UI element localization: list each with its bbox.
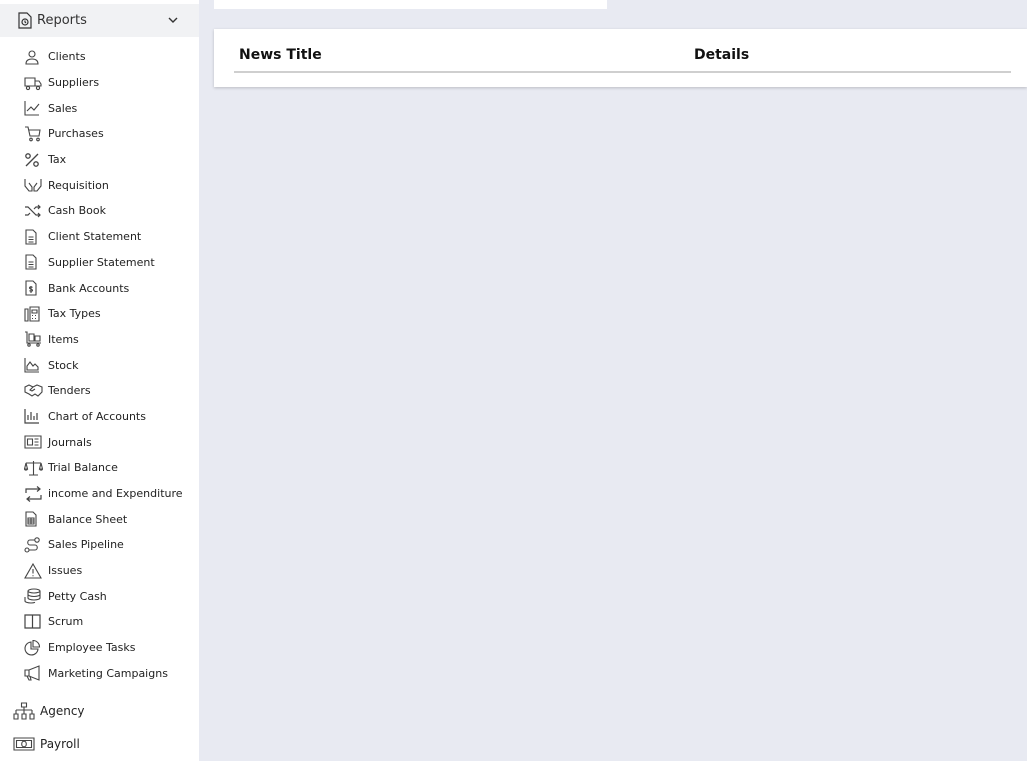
sidebar-item-petty-cash[interactable]: Petty Cash xyxy=(0,583,199,609)
sidebar-item-label: Petty Cash xyxy=(48,589,107,603)
sidebar-item-label: Sales xyxy=(48,101,78,115)
newspaper-icon xyxy=(24,433,43,451)
sidebar-item-label: Sales Pipeline xyxy=(48,538,124,552)
sidebar-item-supplier-statement[interactable]: Supplier Statement xyxy=(0,250,199,276)
sidebar-item-cash-book[interactable]: Cash Book xyxy=(0,198,199,224)
sidebar-item-clients[interactable]: Clients xyxy=(0,44,199,70)
sidebar-item-label: Requisition xyxy=(48,178,109,192)
percent-icon xyxy=(24,151,43,169)
sidebar-item-label: Tax xyxy=(48,153,67,167)
cart-icon xyxy=(24,125,43,143)
sidebar-item-income-and-expenditure[interactable]: income and Expenditure xyxy=(0,481,199,507)
reports-menu-toggle[interactable]: Reports xyxy=(0,4,199,37)
coins-icon xyxy=(24,587,43,605)
calculator-icon xyxy=(24,305,43,323)
sidebar-item-label: Tax Types xyxy=(48,307,101,321)
column-header-news-title[interactable]: News Title xyxy=(239,47,322,63)
sidebar-item-label: Supplier Statement xyxy=(48,255,155,269)
sidebar-item-label: Bank Accounts xyxy=(48,281,130,295)
sidebar-item-label: Client Statement xyxy=(48,230,142,244)
repeat-icon xyxy=(24,485,43,503)
megaphone-icon xyxy=(24,664,43,682)
sidebar-item-label: Payroll xyxy=(40,737,80,751)
route-icon xyxy=(24,536,43,554)
sidebar-item-sales-pipeline[interactable]: Sales Pipeline xyxy=(0,532,199,558)
sidebar-item-sales[interactable]: Sales xyxy=(0,95,199,121)
sidebar-item-payroll[interactable]: Payroll xyxy=(13,732,80,756)
sidebar-item-purchases[interactable]: Purchases xyxy=(0,121,199,147)
sidebar-item-tax[interactable]: Tax xyxy=(0,147,199,173)
news-table-header: News Title Details xyxy=(234,43,1011,73)
truck-icon xyxy=(24,74,43,92)
sidebar-item-journals[interactable]: Journals xyxy=(0,429,199,455)
sitemap-icon xyxy=(13,702,35,720)
sidebar-item-label: Purchases xyxy=(48,127,104,141)
reports-submenu: Clients Suppliers Sales Purchases Tax Re… xyxy=(0,44,199,686)
sidebar-item-label: Marketing Campaigns xyxy=(48,666,168,680)
sidebar-item-issues[interactable]: Issues xyxy=(0,558,199,584)
sidebar-item-requisition[interactable]: Requisition xyxy=(0,172,199,198)
sidebar-item-items[interactable]: Items xyxy=(0,327,199,353)
sidebar-item-label: Stock xyxy=(48,358,79,372)
sidebar-item-suppliers[interactable]: Suppliers xyxy=(0,70,199,96)
sidebar-item-label: income and Expenditure xyxy=(48,487,183,501)
column-header-details[interactable]: Details xyxy=(694,47,749,63)
sidebar-item-label: Agency xyxy=(40,704,85,718)
warning-icon xyxy=(24,562,43,580)
sidebar-item-scrum[interactable]: Scrum xyxy=(0,609,199,635)
pie-chart-icon xyxy=(24,639,43,657)
sidebar-item-label: Tenders xyxy=(48,384,91,398)
document-icon xyxy=(24,253,43,271)
line-chart-icon xyxy=(24,99,43,117)
sidebar-item-bank-accounts[interactable]: Bank Accounts xyxy=(0,275,199,301)
sidebar-item-label: Journals xyxy=(48,435,92,449)
money-bill-icon xyxy=(13,735,35,753)
cart-box-icon xyxy=(24,330,43,348)
scale-icon xyxy=(24,459,43,477)
bar-chart-icon xyxy=(24,407,43,425)
sidebar-item-tax-types[interactable]: Tax Types xyxy=(0,301,199,327)
sidebar-item-label: Suppliers xyxy=(48,76,100,90)
sidebar-item-marketing-campaigns[interactable]: Marketing Campaigns xyxy=(0,661,199,687)
sidebar-item-label: Issues xyxy=(48,564,83,578)
user-icon xyxy=(24,48,43,66)
sidebar-item-label: Employee Tasks xyxy=(48,641,136,655)
sidebar-item-label: Trial Balance xyxy=(48,461,118,475)
sidebar-item-label: Items xyxy=(48,332,79,346)
news-table-card: News Title Details xyxy=(214,29,1027,87)
columns-icon xyxy=(24,613,43,631)
chevron-down-icon[interactable] xyxy=(167,14,179,26)
sidebar-item-employee-tasks[interactable]: Employee Tasks xyxy=(0,635,199,661)
sidebar-item-trial-balance[interactable]: Trial Balance xyxy=(0,455,199,481)
sidebar-item-label: Cash Book xyxy=(48,204,106,218)
hands-icon xyxy=(24,176,43,194)
sidebar-item-label: Balance Sheet xyxy=(48,512,128,526)
sidebar-item-label: Clients xyxy=(48,50,86,64)
shuffle-icon xyxy=(24,202,43,220)
handshake-icon xyxy=(24,382,43,400)
sidebar-item-stock[interactable]: Stock xyxy=(0,352,199,378)
sidebar-item-chart-of-accounts[interactable]: Chart of Accounts xyxy=(0,404,199,430)
document-icon xyxy=(24,228,43,246)
sidebar: Reports Clients Suppliers Sales Purchase… xyxy=(0,0,199,761)
sidebar-item-tenders[interactable]: Tenders xyxy=(0,378,199,404)
spreadsheet-icon xyxy=(24,510,43,528)
sidebar-item-label: Chart of Accounts xyxy=(48,409,146,423)
top-panel xyxy=(214,0,607,9)
report-clock-icon xyxy=(17,12,33,30)
dollar-document-icon xyxy=(24,279,43,297)
reports-label: Reports xyxy=(37,13,87,28)
area-chart-icon xyxy=(24,356,43,374)
sidebar-item-agency[interactable]: Agency xyxy=(13,699,85,723)
sidebar-item-client-statement[interactable]: Client Statement xyxy=(0,224,199,250)
sidebar-item-label: Scrum xyxy=(48,615,84,629)
sidebar-item-balance-sheet[interactable]: Balance Sheet xyxy=(0,506,199,532)
